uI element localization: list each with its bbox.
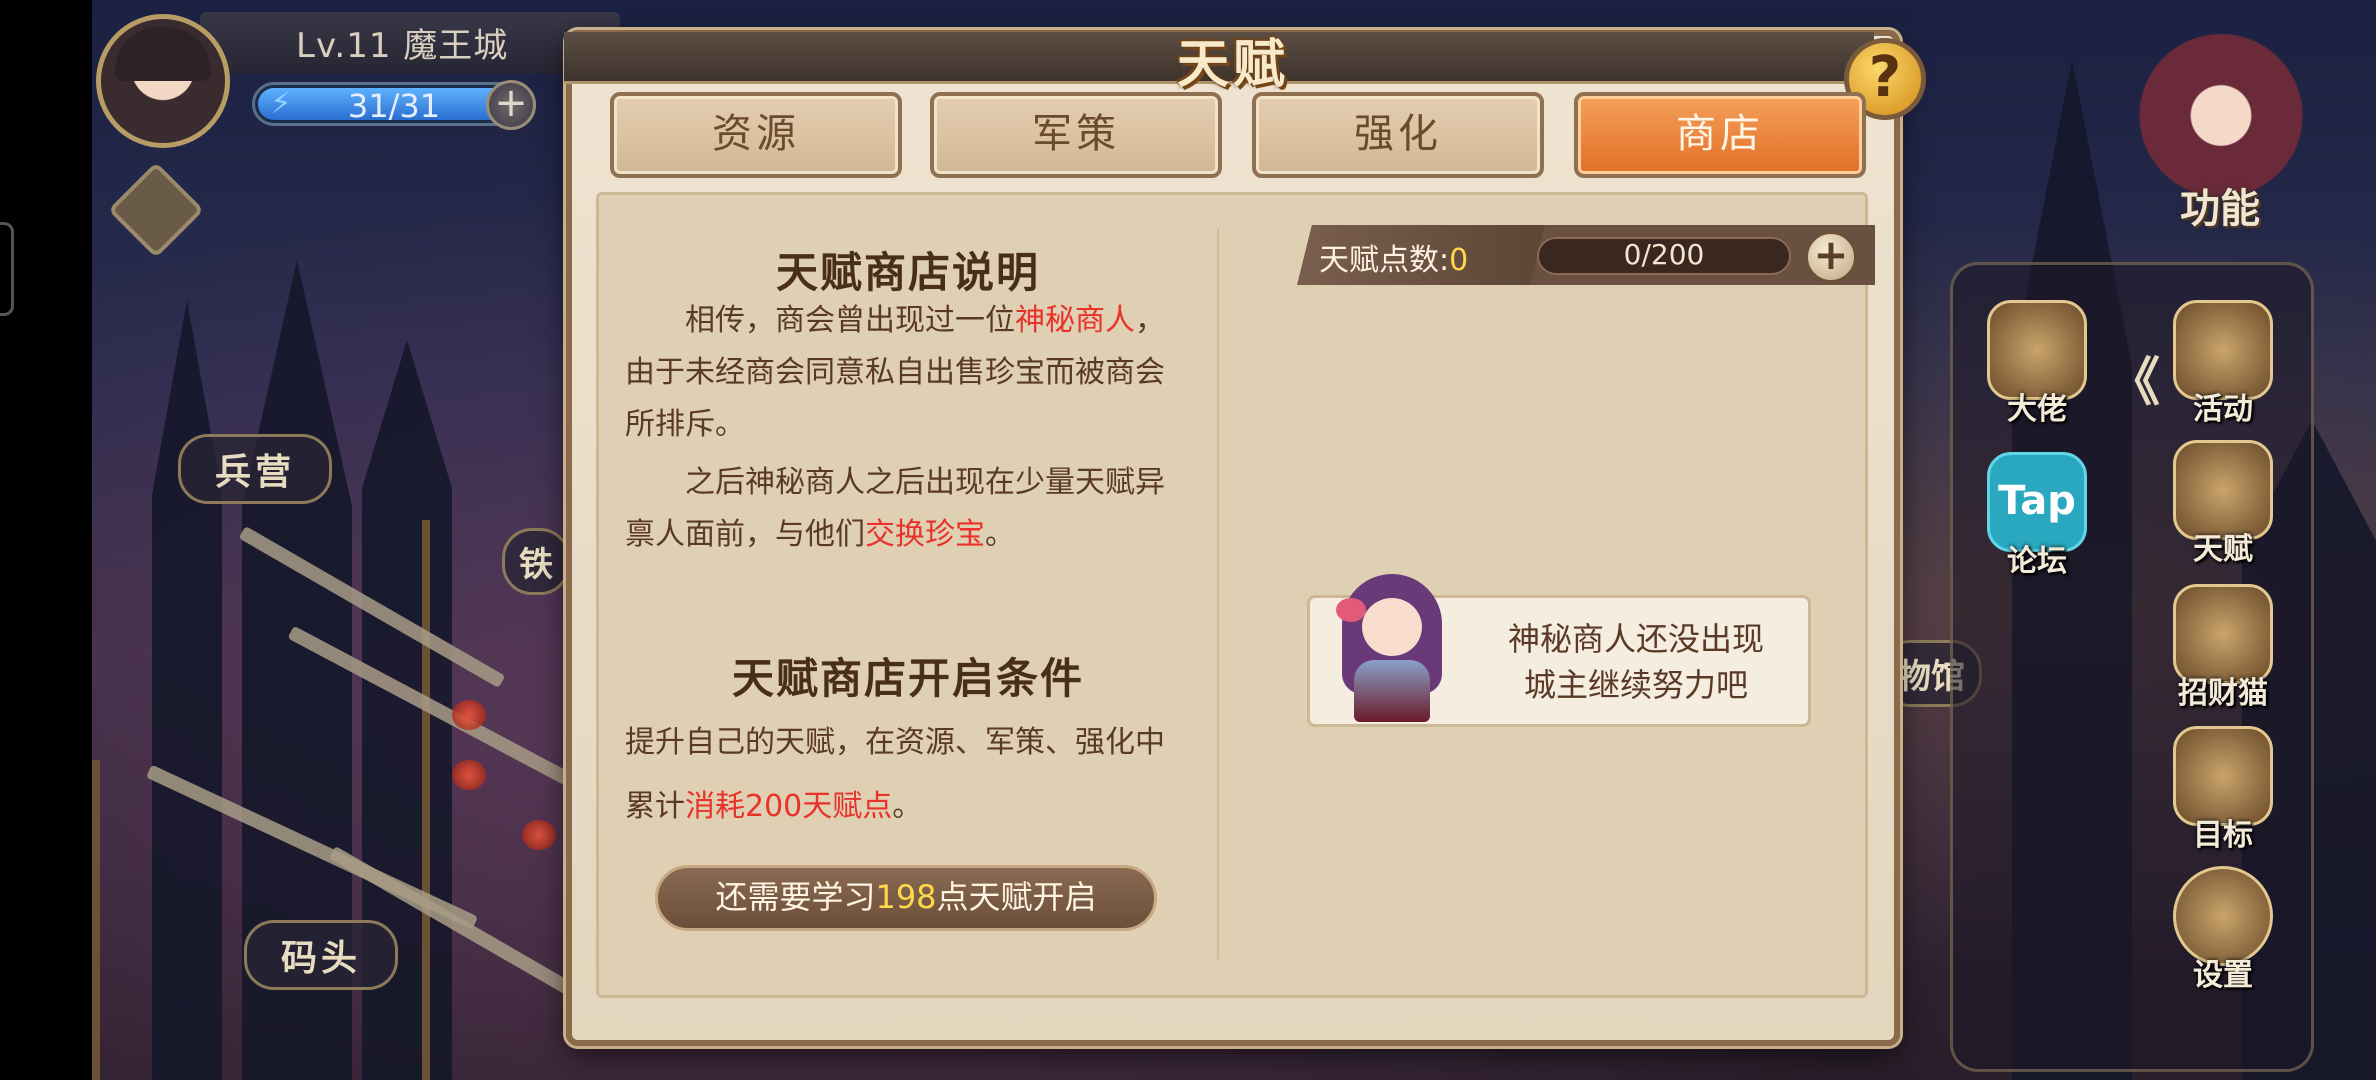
shop-description-paragraph-1: 相传，商会曾出现过一位神秘商人，由于未经商会同意私自出售珍宝而被商会所排斥。 bbox=[625, 295, 1185, 451]
add-energy-button[interactable]: + bbox=[486, 80, 536, 130]
column-divider bbox=[1217, 229, 1219, 959]
remaining-points-number: 198 bbox=[875, 878, 937, 916]
tab-enhance[interactable]: 强化 bbox=[1252, 92, 1544, 178]
dialog-title: 天赋 bbox=[1176, 35, 1289, 95]
talent-dialog: 天赋 ? 资源 军策 强化 商店 天赋商店说明 相传，商会曾出现过一位神秘商人，… bbox=[564, 30, 1926, 1046]
side-item-boss[interactable]: 大佬 bbox=[1972, 300, 2102, 428]
tab-shop[interactable]: 商店 bbox=[1574, 92, 1866, 178]
notice-line: 城主继续努力吧 bbox=[1523, 666, 1748, 704]
side-item-talent[interactable]: 天赋 bbox=[2158, 440, 2288, 568]
highlight-consume-points: 消耗200天赋点 bbox=[685, 789, 893, 824]
highlight-exchange-treasure: 交换珍宝 bbox=[865, 517, 985, 552]
text-segment: 还需要学习 bbox=[715, 878, 876, 916]
side-item-label: 目标 bbox=[2193, 818, 2253, 853]
talent-points-caption: 天赋点数: bbox=[1319, 243, 1450, 278]
side-item-label: 设置 bbox=[2193, 958, 2253, 993]
side-item-label: 天赋 bbox=[2193, 532, 2253, 567]
side-item-label: 招财猫 bbox=[2178, 676, 2268, 711]
left-edge-handle[interactable] bbox=[0, 222, 14, 316]
text-segment: 点天赋开启 bbox=[936, 878, 1097, 916]
shop-description-paragraph-2: 之后神秘商人之后出现在少量天赋异禀人面前，与他们交换珍宝。 bbox=[625, 457, 1185, 561]
partial-marker-left[interactable]: 铁 bbox=[502, 528, 570, 595]
dock-marker[interactable]: 码头 bbox=[244, 920, 399, 990]
unlock-requirement-button[interactable]: 还需要学习198点天赋开启 bbox=[655, 865, 1157, 931]
merchant-notice-text: 神秘商人还没出现 城主继续努力吧 bbox=[1476, 616, 1796, 708]
side-item-label: 大佬 bbox=[2007, 392, 2067, 427]
side-item-goal[interactable]: 目标 bbox=[2158, 726, 2288, 854]
player-avatar[interactable] bbox=[96, 14, 230, 148]
barracks-marker[interactable]: 兵营 bbox=[178, 434, 333, 504]
text-segment: 。 bbox=[985, 517, 1015, 552]
side-item-label: 论坛 bbox=[2007, 544, 2067, 579]
talent-points-value: 0 bbox=[1449, 243, 1469, 278]
talent-points-progress: 0/200 bbox=[1537, 237, 1791, 275]
side-item-lucky-cat[interactable]: 招财猫 bbox=[2158, 584, 2288, 712]
notice-line: 神秘商人还没出现 bbox=[1507, 620, 1764, 658]
highlight-mysterious-merchant: 神秘商人 bbox=[1015, 303, 1135, 338]
text-segment: 相传，商会曾出现过一位 bbox=[685, 303, 1015, 338]
side-item-label: 活动 bbox=[2193, 392, 2253, 427]
shop-unlock-condition-title: 天赋商店开启条件 bbox=[731, 654, 1084, 703]
merchant-girl-icon bbox=[1332, 568, 1452, 728]
shop-description-title: 天赋商店说明 bbox=[775, 248, 1040, 297]
side-item-settings[interactable]: 设置 bbox=[2158, 866, 2288, 994]
talent-points-label: 天赋点数:0 bbox=[1319, 235, 1468, 279]
lightning-icon: ⚡ bbox=[270, 86, 292, 121]
add-talent-points-button[interactable]: + bbox=[1805, 231, 1857, 283]
function-menu-label[interactable]: 功能 bbox=[2180, 176, 2260, 234]
text-segment: 。 bbox=[892, 789, 923, 824]
dialog-content: 天赋商店说明 相传，商会曾出现过一位神秘商人，由于未经商会同意私自出售珍宝而被商… bbox=[596, 192, 1875, 998]
tab-resources[interactable]: 资源 bbox=[610, 92, 902, 178]
level-and-city-text: Lv.11 魔王城 bbox=[296, 26, 509, 66]
side-item-activity[interactable]: 活动 bbox=[2158, 300, 2288, 428]
collapse-arrow-icon[interactable]: 《 bbox=[2108, 340, 2160, 415]
side-item-forum[interactable]: Tap 论坛 bbox=[1972, 452, 2102, 580]
tab-strategy[interactable]: 军策 bbox=[930, 92, 1222, 178]
shop-unlock-condition-text: 提升自己的天赋，在资源、军策、强化中累计消耗200天赋点。 bbox=[625, 711, 1185, 839]
merchant-notice-card: 神秘商人还没出现 城主继续努力吧 bbox=[1307, 574, 1811, 727]
